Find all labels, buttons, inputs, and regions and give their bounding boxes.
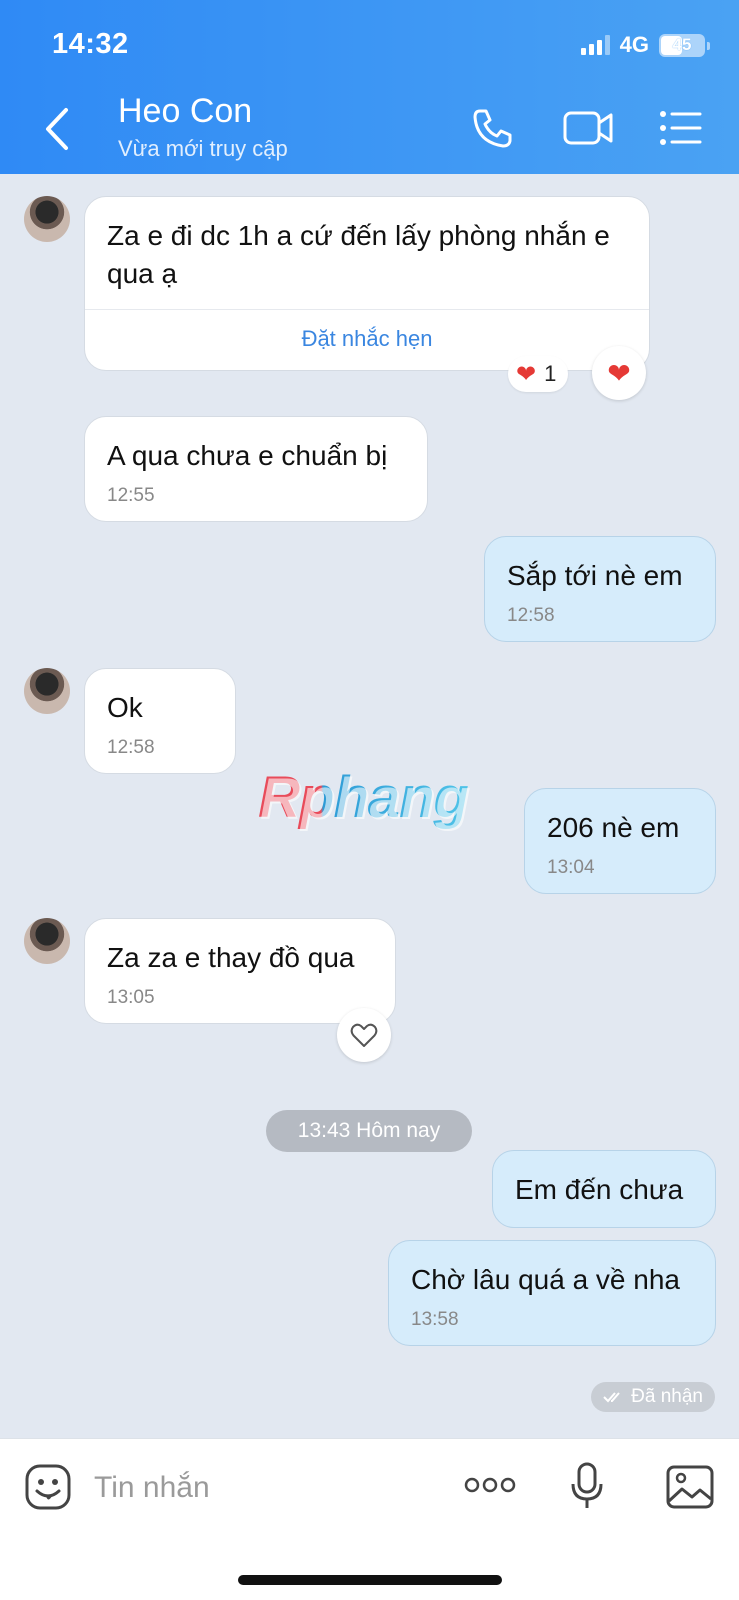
home-indicator	[238, 1575, 502, 1585]
watermark-logo: Rphang	[258, 765, 469, 830]
message-text: 206 nè em	[547, 812, 680, 843]
menu-button[interactable]	[658, 106, 702, 155]
emoji-icon	[25, 1464, 71, 1510]
heart-icon: ❤	[607, 357, 631, 389]
image-icon	[666, 1465, 714, 1509]
message-text: Em đến chưa	[515, 1174, 684, 1205]
message-time: 12:58	[107, 737, 155, 758]
chat-header: 14:32 4G 45 Heo Con Vừa mới truy cập	[0, 0, 739, 174]
chevron-left-icon	[46, 108, 68, 150]
double-check-icon	[603, 1392, 620, 1403]
delivery-status-text: Đã nhận	[631, 1386, 703, 1407]
heart-outline-icon	[350, 1023, 378, 1047]
status-indicators: 4G 45	[580, 32, 710, 58]
contact-name[interactable]: Heo Con	[118, 92, 252, 131]
message-text: A qua chưa e chuẩn bị	[107, 440, 388, 471]
avatar[interactable]	[24, 668, 70, 714]
battery-icon: 45	[659, 33, 710, 57]
voice-call-button[interactable]	[470, 106, 514, 155]
message-text: Ok	[107, 692, 143, 723]
message-list[interactable]: Za e đi dc 1h a cứ đến lấy phòng nhắn e …	[0, 174, 739, 1438]
more-dots-icon	[464, 1477, 516, 1493]
signal-icon	[580, 35, 610, 55]
phone-icon	[473, 109, 512, 148]
set-reminder-button[interactable]: Đặt nhắc hẹn	[85, 309, 649, 370]
incoming-message[interactable]: Za za e thay đồ qua 13:05	[84, 918, 396, 1024]
message-text: Za za e thay đồ qua	[107, 942, 355, 973]
message-time: 12:58	[507, 605, 555, 626]
outgoing-message[interactable]: Sắp tới nè em 12:58	[484, 536, 716, 642]
network-type: 4G	[619, 32, 649, 57]
sticker-button[interactable]	[24, 1463, 72, 1516]
message-time: 13:58	[411, 1309, 459, 1330]
heart-icon: ❤	[516, 360, 537, 388]
avatar[interactable]	[24, 196, 70, 242]
delivery-status: Đã nhận	[591, 1382, 715, 1412]
photo-button[interactable]	[666, 1465, 714, 1514]
outgoing-message[interactable]: 206 nè em 13:04	[524, 788, 716, 894]
more-options-button[interactable]	[464, 1475, 516, 1500]
react-button[interactable]: ❤	[592, 346, 646, 400]
message-input[interactable]: Tin nhắn	[94, 1471, 210, 1505]
avatar[interactable]	[24, 918, 70, 964]
date-separator: 13:43 Hôm nay	[266, 1110, 472, 1152]
reaction-summary[interactable]: ❤ 1	[508, 356, 569, 392]
composer-bar: Tin nhắn	[0, 1438, 739, 1600]
react-button[interactable]	[337, 1008, 391, 1062]
incoming-message[interactable]: A qua chưa e chuẩn bị 12:55	[84, 416, 428, 522]
back-button[interactable]	[38, 104, 78, 154]
incoming-message[interactable]: Ok 12:58	[84, 668, 236, 774]
message-text: Za e đi dc 1h a cứ đến lấy phòng nhắn e …	[107, 220, 610, 289]
message-time: 13:04	[547, 857, 595, 878]
message-time: 12:55	[107, 485, 155, 506]
video-call-button[interactable]	[562, 106, 614, 155]
incoming-message[interactable]: Za e đi dc 1h a cứ đến lấy phòng nhắn e …	[84, 196, 650, 371]
message-time: 13:05	[107, 987, 155, 1008]
outgoing-message[interactable]: Em đến chưa	[492, 1150, 716, 1228]
list-menu-icon	[660, 111, 702, 145]
contact-status: Vừa mới truy cập	[118, 136, 288, 161]
message-text: Sắp tới nè em	[507, 560, 683, 591]
status-time: 14:32	[52, 28, 129, 60]
reaction-count: 1	[544, 361, 557, 386]
video-camera-icon	[563, 111, 613, 145]
outgoing-message[interactable]: Chờ lâu quá a về nha 13:58	[388, 1240, 716, 1346]
battery-level: 45	[672, 35, 692, 54]
microphone-icon	[571, 1462, 603, 1508]
message-text: Chờ lâu quá a về nha	[411, 1264, 680, 1295]
voice-message-button[interactable]	[570, 1461, 604, 1516]
